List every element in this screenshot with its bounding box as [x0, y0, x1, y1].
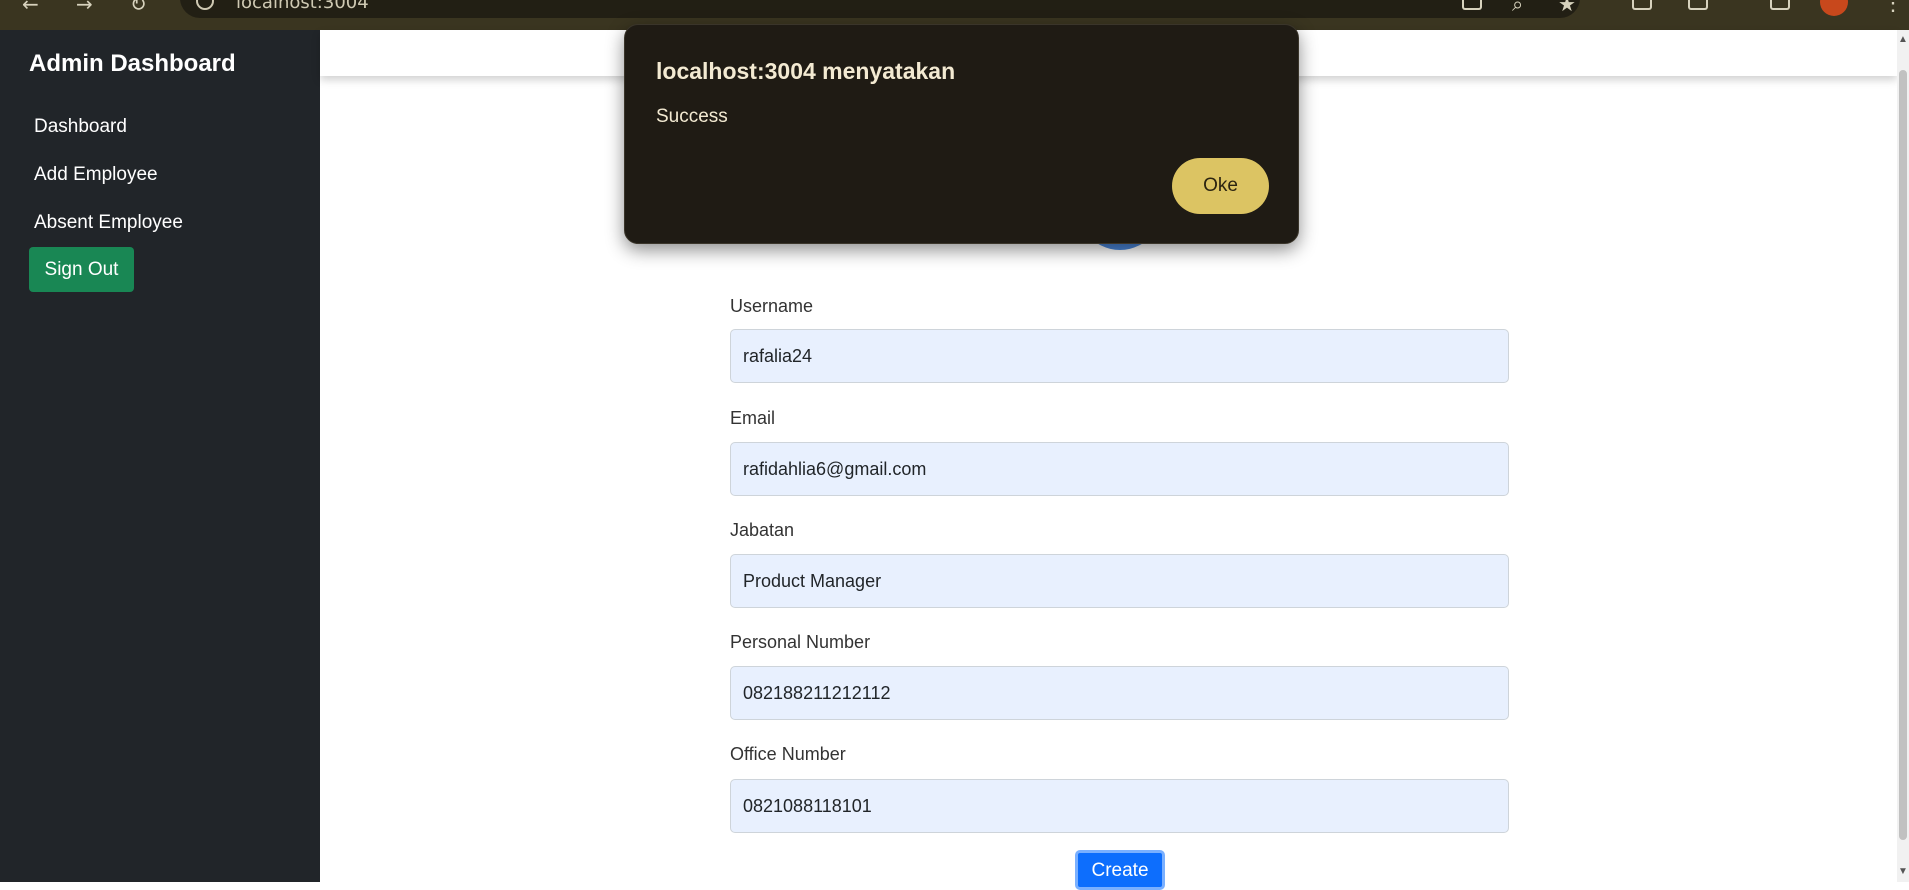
menu-icon[interactable]: ⋮	[1882, 0, 1904, 16]
dialog-title: localhost:3004 menyatakan	[656, 58, 956, 84]
sidebar-item-absent-employee[interactable]: Absent Employee	[34, 212, 183, 234]
create-button[interactable]: Create	[1075, 850, 1165, 890]
address-text: localhost:3004	[236, 0, 369, 13]
back-icon[interactable]: ←	[22, 0, 39, 16]
alert-dialog: localhost:3004 menyatakan Success Oke	[624, 24, 1299, 244]
email-label: Email	[730, 408, 776, 428]
scroll-up-icon[interactable]: ▲	[1897, 34, 1909, 45]
sign-out-button[interactable]: Sign Out	[29, 247, 134, 292]
username-label: Username	[730, 296, 814, 316]
dialog-message: Success	[656, 106, 728, 127]
sidebar-brand: Admin Dashboard	[29, 50, 236, 77]
install-icon[interactable]	[1462, 0, 1482, 10]
personal-number-label: Personal Number	[730, 632, 871, 652]
profile-icon[interactable]	[1820, 0, 1848, 16]
zoom-icon[interactable]: ⌕	[1512, 0, 1523, 16]
jabatan-label: Jabatan	[730, 520, 795, 540]
tab-search-icon[interactable]	[1770, 0, 1790, 10]
sidebar-item-add-employee[interactable]: Add Employee	[34, 164, 158, 186]
office-number-input[interactable]	[730, 779, 1509, 833]
sidebar: Admin Dashboard Dashboard Add Employee A…	[0, 30, 320, 882]
jabatan-input[interactable]	[730, 554, 1509, 608]
email-input[interactable]	[730, 442, 1509, 496]
site-info-icon[interactable]	[196, 0, 214, 10]
personal-number-input[interactable]	[730, 666, 1509, 720]
address-bar[interactable]: localhost:3004	[180, 0, 1580, 18]
dialog-ok-button[interactable]: Oke	[1172, 158, 1269, 214]
office-number-label: Office Number	[730, 744, 846, 764]
download-icon[interactable]	[1688, 0, 1708, 10]
scroll-down-icon[interactable]: ▼	[1897, 866, 1909, 877]
reload-icon[interactable]: ↻	[130, 0, 147, 16]
username-input[interactable]	[730, 329, 1509, 383]
bookmark-star-icon[interactable]: ★	[1558, 0, 1576, 16]
scrollbar-thumb[interactable]	[1899, 70, 1907, 840]
extension-icon[interactable]	[1632, 0, 1652, 10]
forward-icon[interactable]: →	[76, 0, 93, 16]
sidebar-item-dashboard[interactable]: Dashboard	[34, 116, 127, 138]
